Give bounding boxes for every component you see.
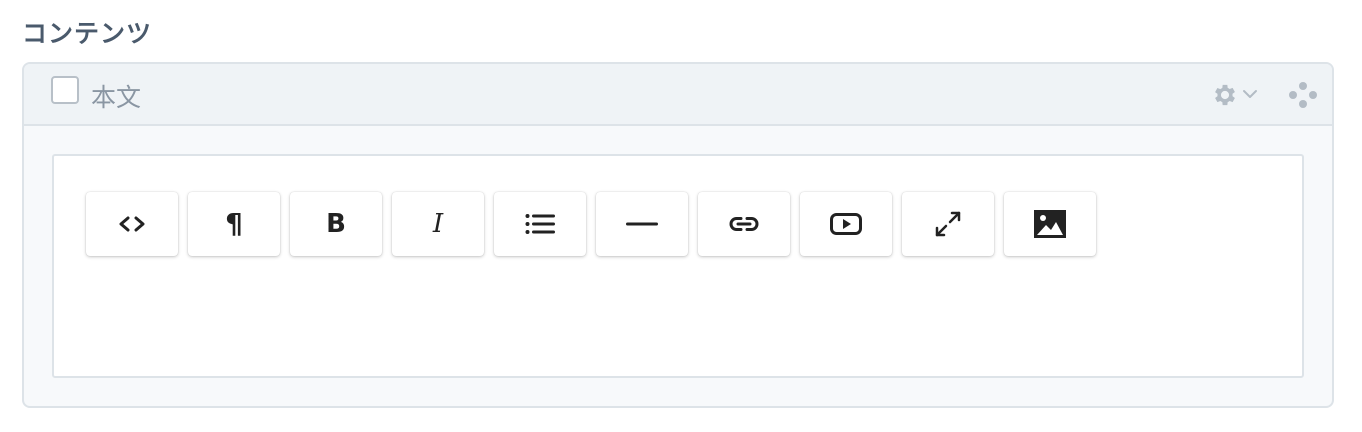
editor-toolbar: ¶ B I — [86, 192, 1096, 256]
drag-handle-icon[interactable] — [1288, 80, 1318, 110]
panel-header: 本文 — [24, 64, 1332, 126]
video-play-icon — [830, 213, 862, 235]
expand-icon — [935, 211, 961, 237]
image-button[interactable] — [1004, 192, 1096, 256]
html-source-button[interactable] — [86, 192, 178, 256]
rich-text-editor[interactable]: ¶ B I — [52, 154, 1304, 378]
italic-icon: I — [432, 209, 444, 239]
pilcrow-icon: ¶ — [225, 207, 243, 240]
gear-icon[interactable] — [1211, 81, 1239, 109]
code-icon — [119, 216, 145, 232]
list-button[interactable] — [494, 192, 586, 256]
field-checkbox[interactable] — [51, 76, 79, 104]
section-title: コンテンツ — [22, 19, 153, 48]
link-button[interactable] — [698, 192, 790, 256]
horizontal-rule-button[interactable] — [596, 192, 688, 256]
video-button[interactable] — [800, 192, 892, 256]
list-icon — [525, 214, 555, 234]
field-label: 本文 — [91, 83, 142, 112]
fullscreen-button[interactable] — [902, 192, 994, 256]
bold-button[interactable]: B — [290, 192, 382, 256]
body-field-panel: 本文 ¶ B I — [22, 62, 1334, 408]
chevron-down-icon[interactable] — [1242, 86, 1258, 102]
bold-icon: B — [326, 209, 346, 239]
italic-button[interactable]: I — [392, 192, 484, 256]
paragraph-button[interactable]: ¶ — [188, 192, 280, 256]
horizontal-rule-icon — [626, 222, 658, 226]
link-icon — [729, 217, 759, 231]
image-icon — [1034, 210, 1066, 238]
